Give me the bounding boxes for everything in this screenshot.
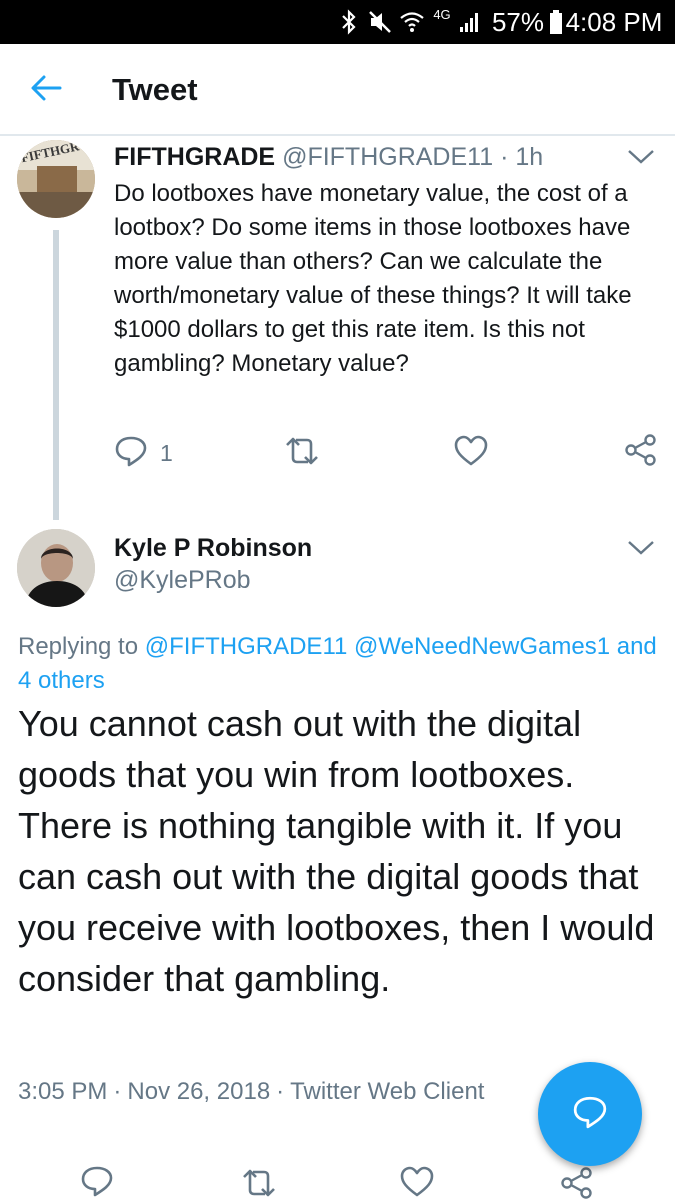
separator: · xyxy=(113,1078,122,1105)
retweet-button[interactable] xyxy=(283,436,321,471)
reply-icon xyxy=(80,1164,114,1200)
chevron-down-icon xyxy=(627,149,655,170)
share-icon xyxy=(560,1166,594,1200)
share-button[interactable] xyxy=(624,433,658,472)
author-name[interactable]: FIFTHGRADE xyxy=(114,143,275,171)
bluetooth-icon xyxy=(336,0,362,44)
wifi-icon xyxy=(398,0,426,44)
author-handle[interactable]: @KylePRob xyxy=(114,566,251,595)
retweet-button[interactable] xyxy=(240,1168,278,1200)
tweet-menu-button[interactable] xyxy=(623,145,659,173)
avatar[interactable]: FIFTHGR xyxy=(17,140,95,218)
status-bar: 4G 57% 4:08 PM xyxy=(0,0,675,44)
replying-to: Replying to @FIFTHGRADE11 @WeNeedNewGame… xyxy=(18,630,663,698)
chevron-down-icon xyxy=(627,540,655,561)
author-handle[interactable]: @FIFTHGRADE11 xyxy=(282,143,493,171)
reply-button[interactable] xyxy=(80,1164,114,1200)
reply-button[interactable]: 1 xyxy=(114,434,173,473)
like-button[interactable] xyxy=(400,1166,434,1200)
network-type: 4G xyxy=(433,6,451,22)
page-title: Tweet xyxy=(112,72,198,107)
heart-icon xyxy=(454,435,488,472)
avatar[interactable] xyxy=(17,529,95,607)
reply-count: 1 xyxy=(160,440,173,466)
arrow-left-icon xyxy=(30,74,62,107)
back-button[interactable] xyxy=(20,66,72,114)
author-name[interactable]: Kyle P Robinson xyxy=(114,534,312,563)
tweet-text: You cannot cash out with the digital goo… xyxy=(18,703,655,999)
compose-reply-button[interactable] xyxy=(538,1062,642,1166)
mute-icon xyxy=(366,0,394,44)
heart-icon xyxy=(400,1166,434,1200)
battery-percent: 57% xyxy=(491,6,545,37)
replying-prefix: Replying to xyxy=(18,633,139,660)
reply-icon xyxy=(572,1094,608,1135)
mention-link[interactable]: @FIFTHGRADE11 xyxy=(145,633,348,660)
separator: · xyxy=(276,1078,285,1105)
tweet-time: 3:05 PM xyxy=(18,1078,108,1105)
tweet-time: 1h xyxy=(515,143,544,171)
mention-link[interactable]: @WeNeedNewGames1 xyxy=(354,633,610,660)
tweet-header: FIFTHGRADE @FIFTHGRADE11 · 1h xyxy=(114,143,543,172)
battery-icon xyxy=(546,0,566,44)
separator: · xyxy=(500,143,509,171)
clock: 4:08 PM xyxy=(565,6,663,37)
like-button[interactable] xyxy=(454,435,488,472)
retweet-icon xyxy=(283,436,321,471)
share-icon xyxy=(624,433,658,472)
signal-icon xyxy=(456,0,484,44)
retweet-icon xyxy=(240,1168,278,1200)
tweet-date: Nov 26, 2018 xyxy=(127,1078,271,1105)
tweet-meta: 3:05 PM · Nov 26, 2018 · Twitter Web Client xyxy=(18,1078,484,1106)
share-button[interactable] xyxy=(560,1166,594,1200)
thread-line xyxy=(53,230,59,520)
app-bar: Tweet xyxy=(0,44,675,136)
reply-icon xyxy=(114,434,148,473)
tweet-text: Do lootboxes have monetary value, the co… xyxy=(114,180,632,377)
tweet-menu-button[interactable] xyxy=(623,536,659,564)
tweet-source[interactable]: Twitter Web Client xyxy=(290,1078,484,1105)
